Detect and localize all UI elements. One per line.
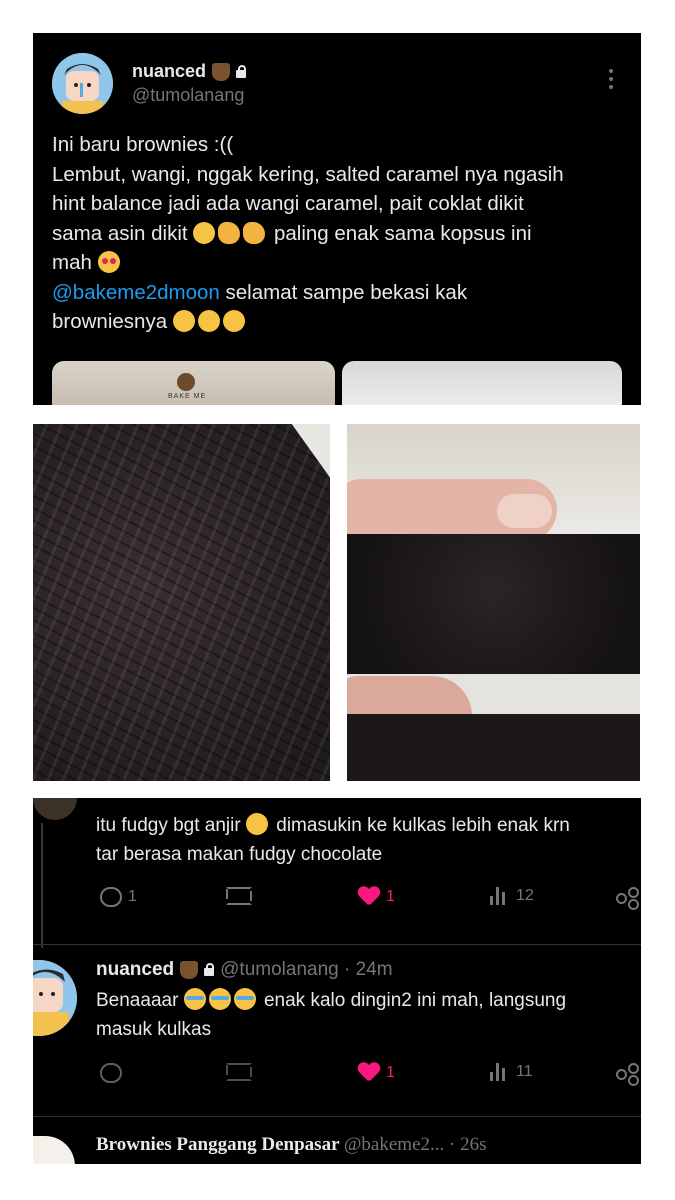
reply-author-row[interactable]: Brownies Panggang Denpasar @bakeme2... ·… (96, 1134, 486, 1156)
author-name-row[interactable]: nuanced (132, 61, 247, 82)
reply-author-handle-time[interactable]: @tumolanang · 24m (220, 959, 392, 981)
more-options-icon[interactable] (609, 69, 613, 93)
retweet-button[interactable] (226, 887, 252, 905)
share-icon (616, 887, 639, 910)
share-button[interactable] (616, 1063, 639, 1086)
reply-divider (33, 1116, 641, 1117)
tweet-line-text: selamat sampe bekasi kak (225, 280, 468, 304)
views-button[interactable]: 12 (490, 887, 534, 905)
author-name[interactable]: nuanced (132, 61, 206, 82)
reply-author-name[interactable]: nuanced (96, 959, 174, 981)
loudly-crying-face-icon (233, 988, 256, 1010)
top-tweet: nuanced @tumolanang Ini baru brownies :(… (33, 33, 641, 405)
retweet-icon (226, 1063, 252, 1081)
fingernail-image (497, 494, 552, 528)
reply-author-avatar[interactable] (33, 1136, 75, 1164)
tweet-line: browniesnya (52, 307, 632, 337)
tweet-line: sama asin dikit paling enak sama kopsus … (52, 219, 632, 249)
brownie-tray-image (347, 714, 640, 781)
reply-line: Benaaaar enak kalo dingin2 ini mah, lang… (96, 986, 566, 1015)
thread-line (41, 823, 43, 948)
reply-icon (100, 887, 122, 907)
reply-author-row[interactable]: nuanced @tumolanang · 24m (96, 959, 393, 981)
view-count: 12 (516, 887, 534, 904)
tweet-line: @bakeme2dmoon selamat sampe bekasi kak (52, 278, 632, 308)
lock-icon (204, 963, 215, 976)
tweet-line: Ini baru brownies :(( (52, 133, 234, 156)
brownie-photo-hand-held[interactable] (347, 424, 640, 781)
like-button[interactable]: 1 (358, 887, 395, 907)
shy-face-icon (197, 310, 220, 332)
retweet-button[interactable] (226, 1063, 252, 1081)
reply-line-text: enak kalo dingin2 ini mah, langsung (263, 990, 567, 1011)
reply-line-text: dimasukin ke kulkas lebih enak krn (276, 815, 570, 836)
reply-actions: 1 11 (96, 1063, 641, 1093)
author-handle[interactable]: @tumolanang (132, 85, 244, 106)
reply-actions: 1 1 12 (96, 887, 641, 917)
reply-button[interactable]: 1 (100, 887, 137, 907)
media-thumbnail-paper[interactable] (342, 361, 622, 405)
reply-avatar[interactable] (33, 798, 77, 820)
reply-line-text: itu fudgy bgt anjir (96, 815, 241, 836)
loudly-crying-face-icon (183, 988, 206, 1010)
reply-icon (100, 1063, 122, 1083)
tweet-line-text: sama asin dikit (52, 221, 188, 245)
tweet-body: Ini baru brownies :(( Lembut, wangi, ngg… (52, 130, 632, 337)
mention-link[interactable]: @bakeme2dmoon (52, 281, 220, 304)
pensive-face-icon (193, 221, 216, 244)
views-icon (490, 887, 510, 905)
lock-icon (236, 64, 247, 78)
replies-panel: itu fudgy bgt anjir dimasukin ke kulkas … (33, 798, 641, 1164)
views-icon (490, 1063, 510, 1081)
reply-line: tar berasa makan fudgy chocolate (96, 844, 383, 865)
like-button[interactable]: 1 (358, 1063, 395, 1083)
reply-author-handle-time[interactable]: @bakeme2... · 26s (344, 1134, 487, 1155)
reply-line: masuk kulkas (96, 1019, 212, 1040)
reply-body: itu fudgy bgt anjir dimasukin ke kulkas … (96, 811, 570, 869)
author-avatar[interactable] (52, 53, 113, 114)
brownie-piece-image (347, 534, 640, 674)
tweet-line-text: browniesnya (52, 310, 168, 333)
tweet-line-text: mah (52, 251, 92, 274)
smiling-face-with-tear-icon (245, 813, 268, 835)
box-label: BAKE ME (168, 393, 207, 400)
brownie-slab-image (33, 424, 330, 781)
reply-author-avatar[interactable] (33, 960, 77, 1036)
brownie-photo-top-view[interactable] (33, 424, 330, 781)
reply-line-text: Benaaaar (96, 990, 179, 1011)
tweet-line: mah (52, 248, 632, 278)
views-button[interactable]: 11 (490, 1063, 533, 1081)
like-count: 1 (386, 888, 395, 905)
label-badge-icon (212, 62, 231, 81)
tweet-line: Lembut, wangi, nggak kering, salted cara… (52, 162, 564, 186)
pinched-fingers-icon (218, 221, 241, 244)
heart-eyes-icon (97, 251, 120, 273)
tweet-line: hint balance jadi ada wangi caramel, pai… (52, 192, 524, 215)
retweet-icon (226, 887, 252, 905)
reply-line: itu fudgy bgt anjir dimasukin ke kulkas … (96, 811, 570, 840)
reply-body: Benaaaar enak kalo dingin2 ini mah, lang… (96, 986, 566, 1044)
tweet-line-text: paling enak sama kopsus ini (274, 221, 532, 245)
view-count: 11 (516, 1063, 533, 1080)
cookie-logo-icon (177, 373, 195, 391)
reply-count: 1 (128, 888, 137, 905)
loudly-crying-face-icon (208, 988, 231, 1010)
heart-icon (358, 1063, 380, 1083)
share-button[interactable] (616, 887, 639, 910)
reply-author-name[interactable]: Brownies Panggang Denpasar (96, 1134, 339, 1155)
label-badge-icon (180, 961, 199, 979)
reply-divider (33, 944, 641, 945)
shy-face-icon (222, 310, 245, 332)
reply-button[interactable] (100, 1063, 122, 1083)
like-count: 1 (386, 1064, 395, 1081)
pinched-fingers-icon (243, 221, 266, 244)
media-thumbnail-box[interactable]: BAKE ME (52, 361, 335, 405)
heart-icon (358, 887, 380, 907)
shy-face-icon (172, 310, 195, 332)
share-icon (616, 1063, 639, 1086)
